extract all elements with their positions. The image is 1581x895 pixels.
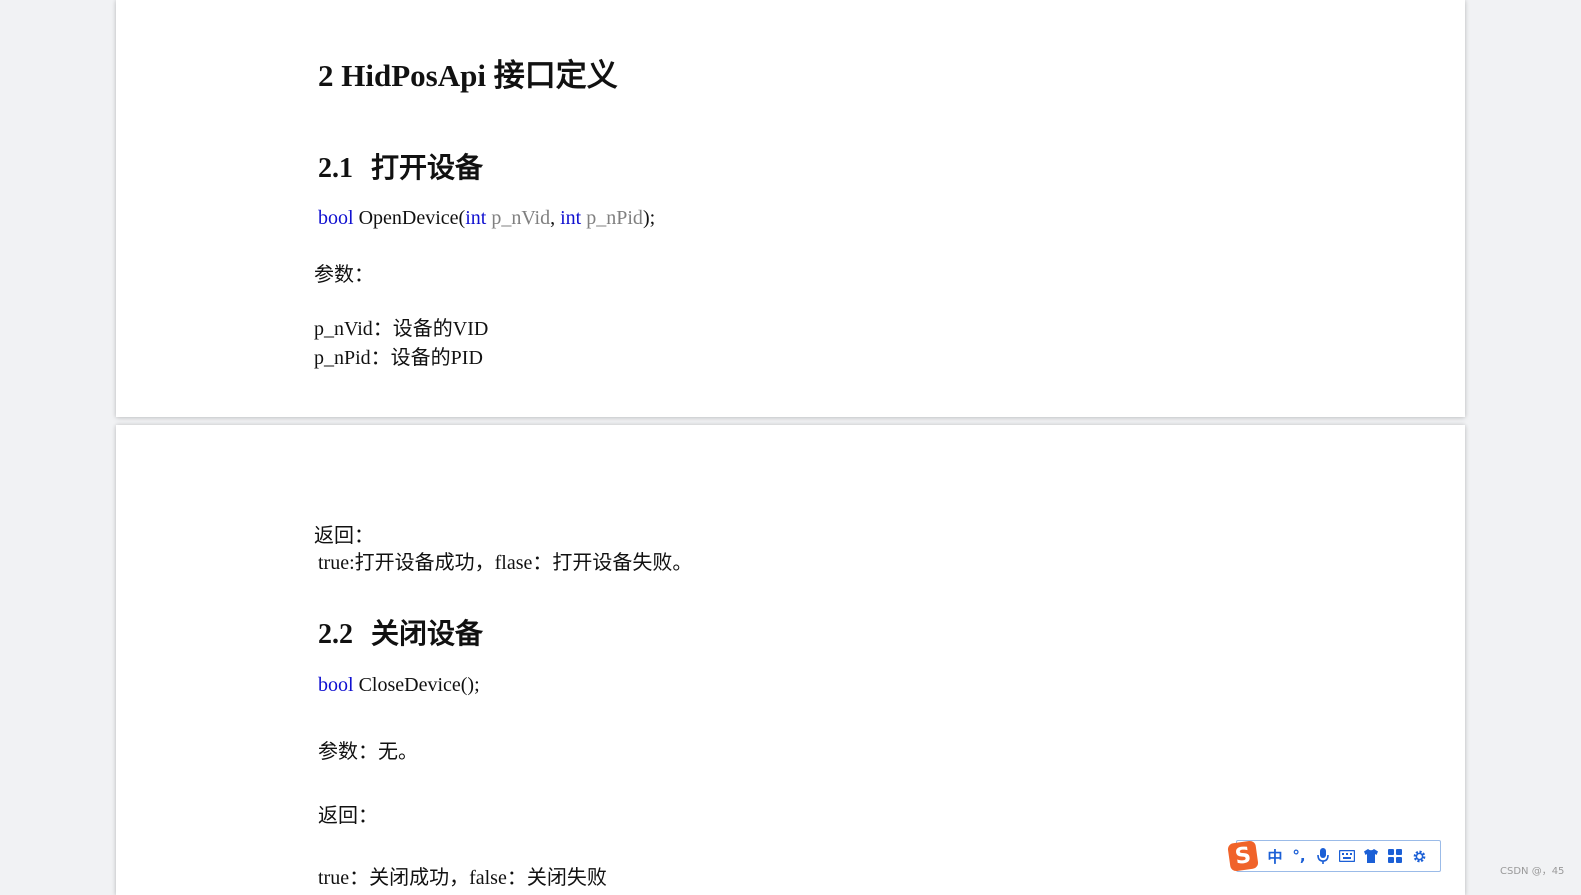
sogou-logo-icon[interactable]: S xyxy=(1227,840,1259,872)
return-description-2: true：关闭成功，false：关闭失败 xyxy=(318,867,607,889)
return-type: bool xyxy=(318,674,354,696)
params-none: 参数：无。 xyxy=(318,741,418,763)
param-name: p_nVid xyxy=(491,207,551,229)
mic-icon[interactable] xyxy=(1311,844,1335,868)
toolbox-grid-icon[interactable] xyxy=(1383,844,1407,868)
section-heading-2-2: 2.2 关闭设备 xyxy=(318,612,483,652)
param-name: p_nPid xyxy=(586,207,643,229)
function-signature-open-device: bool OpenDevice(int p_nVid, int p_nPid); xyxy=(318,207,655,230)
input-mode-toggle[interactable]: 中 xyxy=(1263,844,1287,868)
return-label: 返回： xyxy=(314,525,374,547)
skin-shirt-icon[interactable] xyxy=(1359,844,1383,868)
section-number: 2.1 xyxy=(318,153,353,184)
function-signature-close-device: bool CloseDevice(); xyxy=(318,674,480,697)
section-heading-2-1: 2.1 打开设备 xyxy=(318,146,483,186)
closing-paren: ); xyxy=(642,207,656,229)
ime-toolbar[interactable]: S 中 °, xyxy=(1227,840,1441,872)
param-type: int xyxy=(560,207,582,229)
section-title: 打开设备 xyxy=(371,153,484,184)
function-name: OpenDevice( xyxy=(358,207,466,229)
params-label: 参数： xyxy=(314,264,374,286)
param-type: int xyxy=(465,207,487,229)
return-type: bool xyxy=(318,207,354,229)
function-name: CloseDevice(); xyxy=(358,674,480,696)
return-label-2: 返回： xyxy=(318,805,378,827)
settings-gear-icon[interactable] xyxy=(1407,844,1431,868)
document-page-2: 返回： true:打开设备成功，flase：打开设备失败。 2.2 关闭设备 bo… xyxy=(116,425,1465,895)
chapter-heading: 2 HidPosApi 接口定义 xyxy=(318,58,618,93)
section-number: 2.2 xyxy=(318,619,353,650)
keyboard-icon[interactable] xyxy=(1335,844,1359,868)
section-title: 关闭设备 xyxy=(371,619,484,650)
separator: , xyxy=(550,207,556,229)
return-description: true:打开设备成功，flase：打开设备失败。 xyxy=(318,552,693,574)
param-description-vid: p_nVid：设备的VID xyxy=(314,318,489,340)
csdn-watermark: CSDN @，45 xyxy=(1500,866,1565,877)
param-description-pid: p_nPid：设备的PID xyxy=(314,347,483,369)
punctuation-toggle[interactable]: °, xyxy=(1287,844,1311,868)
document-page-1: 2 HidPosApi 接口定义 2.1 打开设备 bool OpenDevice… xyxy=(116,0,1465,417)
